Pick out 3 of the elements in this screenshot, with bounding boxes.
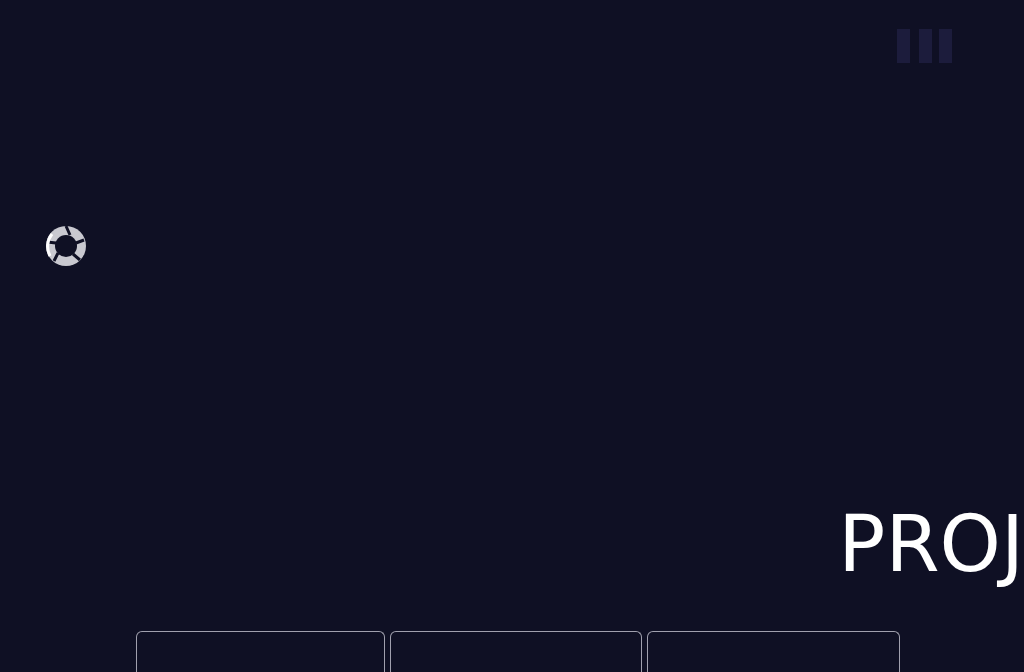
page-heading: PROJ <box>838 505 1024 591</box>
menu-icon[interactable] <box>897 29 953 63</box>
logo-icon <box>44 224 88 268</box>
